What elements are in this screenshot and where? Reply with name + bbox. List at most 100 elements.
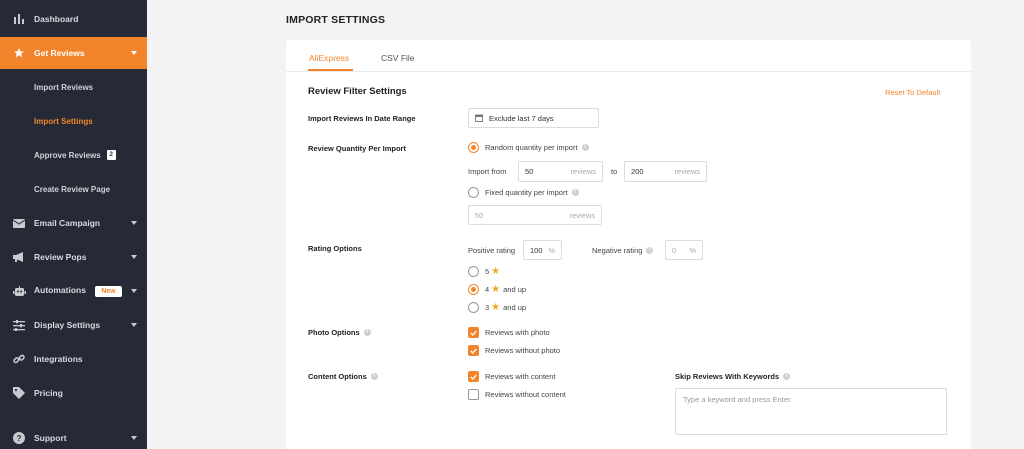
negative-rating-input[interactable]: 0 % [665, 240, 703, 260]
percent-unit: % [689, 245, 696, 255]
without-content-option[interactable]: Reviews without content [468, 389, 566, 400]
positive-rating-value: 100 [530, 245, 543, 255]
negative-rating-value: 0 [672, 245, 677, 255]
sidebar-subitem-import-settings[interactable]: Import Settings [34, 113, 93, 129]
date-range-select[interactable]: Exclude last 7 days [468, 108, 599, 128]
negative-rating-label-group: Negative rating i [592, 246, 654, 255]
fixed-quantity-input[interactable]: 50 reviews [468, 205, 602, 225]
sidebar-item-integrations[interactable]: Integrations [0, 343, 147, 375]
with-content-checkbox[interactable] [468, 371, 479, 382]
skip-keywords-label-group: Skip Reviews With Keywords i [675, 372, 791, 381]
without-photo-checkbox[interactable] [468, 345, 479, 356]
info-icon: i [363, 329, 371, 336]
star-icon: ★ [491, 302, 501, 313]
with-content-option[interactable]: Reviews with content [468, 371, 555, 382]
random-quantity-radio[interactable] [468, 142, 479, 153]
robot-icon [12, 284, 26, 298]
fixed-quantity-label: Fixed quantity per import [485, 188, 568, 197]
reviews-unit: reviews [674, 167, 700, 176]
positive-rating-input[interactable]: 100 % [523, 240, 562, 260]
import-from-input[interactable]: 50 reviews [518, 161, 603, 182]
random-quantity-option[interactable]: Random quantity per import i [468, 142, 589, 153]
sidebar-item-pricing[interactable]: Pricing [0, 377, 147, 409]
rating-5-radio[interactable] [468, 266, 479, 277]
new-badge: New [95, 286, 122, 297]
question-icon: ? [12, 431, 26, 445]
fixed-quantity-option[interactable]: Fixed quantity per import i [468, 187, 579, 198]
photo-options-label: Photo Options [308, 328, 360, 337]
rating-3-radio[interactable] [468, 302, 479, 313]
sidebar-item-label: Integrations [34, 354, 83, 364]
quantity-label: Review Quantity Per Import [308, 144, 406, 153]
page-title: IMPORT SETTINGS [286, 14, 386, 26]
sidebar-item-automations[interactable]: Automations New [0, 275, 147, 307]
chevron-down-icon [131, 51, 137, 55]
sidebar-subitem-approve-reviews[interactable]: Approve Reviews 2 [34, 147, 116, 163]
sidebar-item-support[interactable]: ? Support [0, 422, 147, 449]
fixed-quantity-value: 50 [475, 210, 484, 220]
sidebar-item-label: Email Campaign [34, 218, 101, 228]
sidebar-item-display-settings[interactable]: Display Settings [0, 309, 147, 341]
sidebar-item-review-pops[interactable]: Review Pops [0, 241, 147, 273]
rating-options-label: Rating Options [308, 244, 362, 253]
rating-option-5[interactable]: 5 ★ [468, 266, 503, 277]
sidebar-item-text: Automations [34, 285, 86, 295]
fixed-quantity-radio[interactable] [468, 187, 479, 198]
rating-4-radio[interactable] [468, 284, 479, 295]
sliders-icon [12, 318, 26, 332]
reset-to-default-link[interactable]: Reset To Default [885, 88, 940, 97]
sidebar-subitem-label: Import Settings [34, 116, 93, 126]
info-icon: i [370, 373, 378, 380]
sidebar-item-email-campaign[interactable]: Email Campaign [0, 207, 147, 239]
star-icon: ★ [491, 284, 501, 295]
chevron-down-icon [131, 436, 137, 440]
rating-option-3-up[interactable]: 3 ★ and up [468, 302, 526, 313]
info-icon: i [783, 373, 791, 380]
count-badge: 2 [106, 150, 116, 160]
sidebar-item-label: Pricing [34, 388, 63, 398]
active-tab-indicator [308, 69, 353, 71]
photo-options-label-group: Photo Options i [308, 328, 371, 337]
sidebar-subitem-label: Import Reviews [34, 82, 94, 92]
positive-rating-label: Positive rating [468, 246, 516, 255]
sidebar-subitem-import-reviews[interactable]: Import Reviews [34, 79, 93, 95]
link-icon [12, 352, 26, 366]
star-icon: ★ [491, 266, 501, 277]
sidebar-item-dashboard[interactable]: Dashboard [0, 3, 147, 35]
keyword-input[interactable]: Type a keyword and press Enter [675, 388, 947, 435]
envelope-icon [12, 216, 26, 230]
content-options-label: Content Options [308, 372, 367, 381]
with-photo-option[interactable]: Reviews with photo [468, 327, 550, 338]
with-photo-label: Reviews with photo [485, 328, 550, 337]
with-photo-checkbox[interactable] [468, 327, 479, 338]
date-range-value: Exclude last 7 days [489, 113, 554, 123]
section-title: Review Filter Settings [308, 86, 407, 97]
tab-aliexpress[interactable]: AliExpress [309, 53, 349, 63]
info-icon: i [581, 144, 589, 151]
sidebar-subitem-label: Create Review Page [34, 184, 111, 194]
megaphone-icon [12, 250, 26, 264]
date-range-label: Import Reviews In Date Range [308, 114, 416, 123]
tab-csv-file[interactable]: CSV File [381, 53, 415, 63]
tab-divider [286, 71, 971, 72]
without-content-label: Reviews without content [485, 390, 566, 399]
chevron-down-icon [131, 323, 137, 327]
without-content-checkbox[interactable] [468, 389, 479, 400]
rating-4-suffix: and up [503, 285, 527, 294]
chevron-down-icon [131, 289, 137, 293]
sidebar-item-get-reviews[interactable]: Get Reviews [0, 37, 147, 69]
sidebar-item-label: Dashboard [34, 14, 79, 24]
sidebar-subitem-create-review-page[interactable]: Create Review Page [34, 181, 110, 197]
import-to-value: 200 [631, 167, 644, 176]
reviews-unit: reviews [570, 167, 596, 176]
settings-card: AliExpress CSV File Review Filter Settin… [286, 40, 971, 449]
content-options-label-group: Content Options i [308, 372, 378, 381]
tag-icon [12, 386, 26, 400]
rating-option-4-up[interactable]: 4 ★ and up [468, 284, 526, 295]
rating-4-number: 4 [485, 285, 490, 294]
svg-text:?: ? [17, 434, 22, 443]
to-label: to [611, 167, 618, 176]
without-photo-option[interactable]: Reviews without photo [468, 345, 560, 356]
star-icon [12, 46, 26, 60]
import-to-input[interactable]: 200 reviews [624, 161, 707, 182]
